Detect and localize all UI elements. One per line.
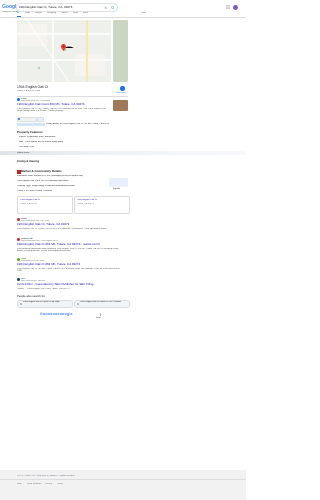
street-view-thumb[interactable] — [113, 20, 128, 82]
community-pill-label[interactable]: Explore — [113, 188, 120, 191]
site-favicon — [17, 218, 20, 221]
place-address: 1904 English Oak Ct — [17, 85, 49, 89]
search-icon — [76, 302, 79, 305]
paa-item-text[interactable]: 1904 english oak ct tulare ca 93274 owne… — [80, 301, 128, 307]
ai-bullet: Year built: 1999 — [19, 146, 35, 148]
pagination-next[interactable]: Next — [96, 317, 101, 320]
result-snippet: 1904 English Oak Ct #63, Tulare, CA 9327… — [17, 107, 106, 113]
tab-more[interactable]: More — [83, 12, 88, 15]
tabs-underline — [17, 15, 21, 17]
community-pill[interactable] — [109, 178, 128, 187]
community-line: Property Type: Single family residential… — [17, 185, 75, 187]
ai-tag: Mobile home — [17, 151, 30, 154]
tab-all[interactable]: All — [17, 12, 19, 15]
zoning-heading: Zoning & Housing — [17, 160, 40, 163]
search-icon — [19, 302, 22, 305]
tab-images[interactable]: Images — [35, 12, 42, 15]
paa-heading: People also search for — [17, 295, 45, 298]
site-favicon — [17, 98, 20, 101]
search-icon[interactable] — [111, 5, 115, 10]
paa-item[interactable]: 1904 english oak ct tulare ca zip code — [17, 300, 73, 308]
source-card[interactable]: 1904 English Oak Ct Tulare, CA 93274 — [74, 196, 130, 214]
ai-chip[interactable] — [17, 117, 37, 122]
place-locality: Tulare, CA 93274, USA — [17, 89, 40, 92]
footer-privacy[interactable]: Privacy — [45, 483, 52, 486]
map-pin-icon — [61, 44, 66, 51]
result-snippet: 1904 English Oak Ct #63 Mh, Tulare, CA 9… — [17, 267, 120, 273]
search-tabs: All Maps Images Shopping Videos News Mor… — [17, 12, 157, 16]
community-line: 1904 English Oak Court #63 is a manufact… — [17, 180, 69, 182]
tab-shopping[interactable]: Shopping — [47, 12, 56, 15]
footer-feedback[interactable]: Send feedback — [27, 483, 42, 486]
close-icon[interactable] — [104, 6, 108, 10]
directions-button[interactable]: Directions — [116, 92, 126, 95]
search-box[interactable]: 1904 English Oak Ct, Tulare, CA, 93274 — [16, 3, 118, 12]
ai-highlight — [17, 123, 45, 126]
map-panel[interactable] — [17, 20, 111, 82]
avatar[interactable] — [233, 4, 238, 10]
card-sub: Tulare, CA 93274 — [20, 202, 37, 205]
source-card[interactable]: 1904 English Oak Ct Tulare, CA 93274 — [17, 196, 73, 214]
card-title[interactable]: 1904 English Oak Ct — [20, 199, 40, 202]
ai-bullet: Size: 1,404 square feet of interior livi… — [19, 141, 64, 143]
card-title[interactable]: 1904 English Oak Ct — [77, 199, 97, 202]
pagination-logo: Goooooooooogle — [40, 312, 73, 316]
ai-section-title: Property Features — [17, 131, 43, 134]
result-title[interactable]: 1904 English Oak Ct #63 Mh, Tulare, CA 9… — [17, 263, 125, 267]
result-snippet: Tenant: ... 1904 English Oak Court, Tula… — [17, 287, 71, 290]
ai-chip[interactable] — [37, 117, 44, 122]
ai-bullet: Layout: 3 bedrooms and 2 bathrooms — [19, 136, 56, 138]
community-line: Tulare is in Tulare County, California — [17, 190, 53, 192]
paa-item[interactable]: 1904 english oak ct tulare ca 93274 owne… — [74, 300, 130, 308]
chevron-right-icon[interactable] — [99, 312, 102, 317]
result-title[interactable]: ex10-14htm - Generated by SEC Publisher … — [17, 283, 125, 287]
tab-news[interactable]: News — [73, 12, 78, 15]
card-sub: Tulare, CA 93274 — [77, 202, 94, 205]
result-snippet: 1904 English Oak Ct, Tulare, CA 93274 is… — [17, 227, 108, 230]
site-favicon — [17, 258, 20, 261]
tab-videos[interactable]: Videos — [61, 12, 68, 15]
community-line: Estimated Value: around $171,352 (averag… — [17, 175, 83, 177]
apps-grid-icon[interactable] — [226, 5, 230, 9]
paa-item-text[interactable]: 1904 english oak ct tulare ca zip code — [23, 301, 71, 307]
result-snippet: View detailed information about property… — [17, 247, 119, 253]
sparkle-icon — [18, 117, 20, 120]
community-thumb — [17, 170, 21, 174]
footer-help[interactable]: Help — [17, 483, 22, 486]
tab-maps[interactable]: Maps — [25, 12, 30, 15]
site-favicon — [17, 278, 20, 281]
footer-location: 93274, Tulare, CA · From your IP address… — [17, 475, 75, 477]
result-title[interactable]: 1904 English Oak Ct, Tulare, CA 93274 — [17, 223, 125, 227]
tab-tools[interactable]: Tools — [141, 12, 146, 15]
search-input[interactable]: 1904 English Oak Ct, Tulare, CA, 93274 — [19, 6, 101, 10]
directions-icon[interactable] — [120, 86, 125, 91]
ai-highlight-text: Listing details on 1904 English Oak Ct #… — [46, 123, 109, 125]
site-favicon — [17, 238, 20, 241]
result-thumbnail[interactable] — [113, 100, 128, 111]
result-title[interactable]: 1904 English Oak Ct #63 Mh, Tulare, CA 9… — [17, 243, 125, 247]
corner-brand: Mapquest Atlas — [2, 11, 19, 13]
ai-gradient-band — [0, 151, 246, 155]
result-title[interactable]: 1904 English Oak Court #63 Mh, Tulare, C… — [17, 103, 107, 107]
footer-terms[interactable]: Terms — [57, 483, 63, 486]
community-heading: Market & Community Details — [21, 170, 62, 173]
